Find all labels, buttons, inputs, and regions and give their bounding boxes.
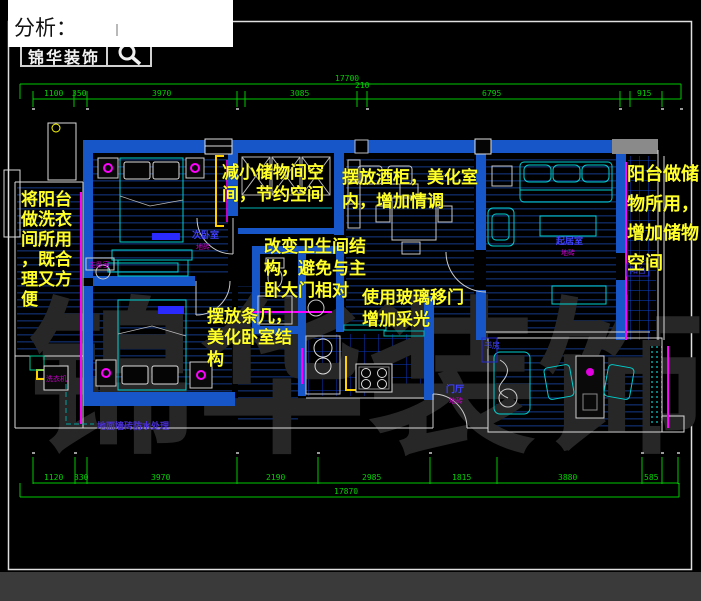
- svg-text:主卧室: 主卧室: [89, 260, 110, 269]
- analysis-label: 分析：: [14, 16, 77, 40]
- annotation-glass-door: 使用玻璃移门增加采光: [362, 287, 468, 331]
- dimensions-top: 17700 1100 350 3970 3085 210 6795 915: [20, 74, 683, 110]
- svg-text:洗衣机: 洗衣机: [46, 374, 67, 383]
- chimney-mark: [52, 124, 60, 132]
- svg-text:330: 330: [74, 473, 89, 482]
- annotation-side-table: 摆放条几，美化卧室结构: [207, 306, 296, 370]
- annotation-storage: 减小储物间空间，节约空间: [222, 162, 328, 206]
- bottom-gray-strip: [0, 572, 701, 601]
- svg-text:次卧室: 次卧室: [192, 229, 219, 240]
- svg-text:2985: 2985: [362, 473, 381, 482]
- svg-text:起居室: 起居室: [555, 235, 583, 246]
- svg-text:210: 210: [355, 81, 370, 90]
- annotation-wine-cabinet: 摆放酒柜，美化室内，增加情调: [342, 166, 482, 214]
- balcony-window: [612, 139, 658, 154]
- svg-text:地砖: 地砖: [561, 248, 575, 257]
- svg-text:350: 350: [72, 89, 87, 98]
- annotation-balcony-storage: 阳台做储物所用，增加储物空间: [627, 160, 701, 279]
- annotation-bathroom: 改变卫生间结构，避免与主卧大门相对: [264, 236, 370, 302]
- svg-text:3970: 3970: [151, 473, 170, 482]
- svg-text:1815: 1815: [452, 473, 471, 482]
- svg-text:6795: 6795: [482, 89, 501, 98]
- text-cursor: [116, 24, 118, 36]
- svg-text:1100: 1100: [44, 89, 63, 98]
- svg-text:地砖: 地砖: [449, 396, 463, 405]
- svg-text:书房: 书房: [484, 340, 500, 350]
- svg-text:3970: 3970: [152, 89, 171, 98]
- svg-text:915: 915: [637, 89, 652, 98]
- cad-screenshot: 锦华装饰: [0, 0, 701, 601]
- svg-text:3085: 3085: [290, 89, 309, 98]
- svg-text:3880: 3880: [558, 473, 577, 482]
- stove: [356, 364, 392, 392]
- waterproof-note: 地面墙砖防水处理: [97, 419, 169, 432]
- svg-text:585: 585: [644, 473, 659, 482]
- analysis-label-box: 分析：: [8, 0, 233, 47]
- textured-wall: [650, 346, 662, 426]
- svg-text:17870: 17870: [334, 487, 358, 496]
- svg-text:地砖: 地砖: [196, 242, 210, 251]
- svg-text:2190: 2190: [266, 473, 285, 482]
- svg-text:1120: 1120: [44, 473, 63, 482]
- annotation-laundry: 将阳台做洗衣间所用，既合理又方便: [21, 190, 77, 310]
- svg-text:门厅: 门厅: [446, 383, 464, 394]
